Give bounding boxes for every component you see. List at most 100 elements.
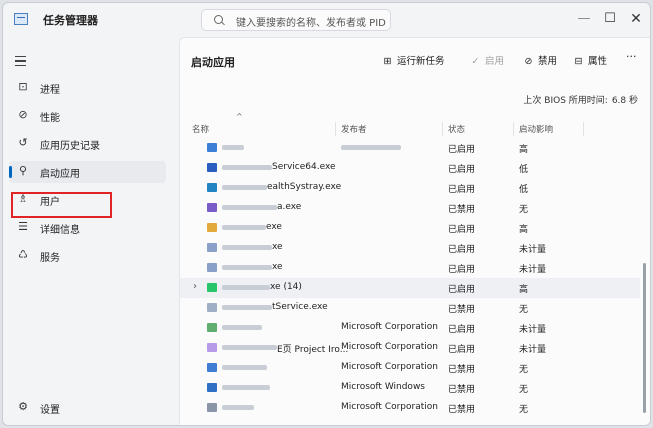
sidebar-item-label: 详细信息 xyxy=(40,225,80,236)
sidebar-item-performance[interactable]: ⊘ 性能 xyxy=(9,105,166,127)
table-row[interactable]: xe 已启用 未计量 xyxy=(180,238,640,258)
column-publisher[interactable]: 发布者 xyxy=(341,123,367,135)
table-row[interactable]: a.exe 已禁用 无 xyxy=(180,198,640,218)
table-row[interactable]: Microsoft Windows 已禁用 无 xyxy=(180,378,640,398)
app-name: E页 Project Iro... xyxy=(277,345,349,355)
performance-icon: ⊘ xyxy=(18,108,28,121)
app-status: 已禁用 xyxy=(448,205,476,215)
startup-apps-icon: ⚲ xyxy=(18,164,28,177)
redacted-name-blur xyxy=(222,405,254,410)
sidebar-item-processes[interactable]: ⊡ 进程 xyxy=(9,77,166,99)
table-row[interactable]: E页 Project Iro... Microsoft Corporation 已启… xyxy=(180,338,640,358)
table-row[interactable]: ealthSystray.exe 已启用 低 xyxy=(180,178,640,198)
app-status: 已禁用 xyxy=(448,405,476,415)
app-startup-impact: 无 xyxy=(519,305,529,315)
redacted-name-blur xyxy=(222,245,272,250)
properties-button[interactable]: ⊟ 属性 xyxy=(573,53,608,67)
app-startup-impact: 无 xyxy=(519,405,529,415)
app-icon xyxy=(207,203,217,212)
redacted-name-blur xyxy=(222,385,270,390)
more-options-button[interactable]: ··· xyxy=(626,50,637,63)
table-row[interactable]: Microsoft Corporation 已禁用 无 xyxy=(180,398,640,418)
table-row[interactable]: Microsoft Corporation 已启用 未计量 xyxy=(180,318,640,338)
app-icon xyxy=(207,143,217,152)
gear-icon: ⚙ xyxy=(18,400,28,413)
sidebar-item-settings[interactable]: ⚙ 设置 xyxy=(9,397,166,419)
app-publisher: Microsoft Corporation xyxy=(341,402,438,412)
task-manager-window: 任务管理器 键入要搜索的名称、发布者或 PID — ☐ ✕ ⊡ 进程 ⊘ 性能 ↺ 应用历… xyxy=(2,2,651,426)
enable-button[interactable]: ✓ 启用 xyxy=(470,53,505,67)
redacted-name-blur xyxy=(222,205,277,210)
sidebar-item-details[interactable]: ☰ 详细信息 xyxy=(9,217,166,239)
column-separator xyxy=(442,122,443,136)
search-input[interactable]: 键入要搜索的名称、发布者或 PID xyxy=(201,9,391,31)
app-startup-impact: 高 xyxy=(519,145,529,155)
app-startup-impact: 无 xyxy=(519,365,529,375)
app-icon xyxy=(207,223,217,232)
sort-ascending-icon: ^ xyxy=(236,112,243,121)
table-row[interactable]: › xe (14) 已启用 高 xyxy=(180,278,640,298)
app-status: 已启用 xyxy=(448,245,476,255)
column-status[interactable]: 状态 xyxy=(448,123,465,135)
app-icon xyxy=(207,163,217,172)
sidebar-item-startup-apps[interactable]: ⚲ 启动应用 xyxy=(9,161,166,183)
table-row[interactable]: Service64.exe 已启用 低 xyxy=(180,158,640,178)
app-startup-impact: 未计量 xyxy=(519,245,547,255)
app-icon xyxy=(207,323,217,332)
app-startup-impact: 未计量 xyxy=(519,325,547,335)
sidebar-item-label: 性能 xyxy=(40,113,60,124)
redacted-name-blur xyxy=(222,285,270,290)
hamburger-menu-icon[interactable] xyxy=(15,56,26,66)
table-header: 名称 ^ 发布者 状态 启动影响 xyxy=(180,112,650,138)
disable-button[interactable]: ⊘ 禁用 xyxy=(523,53,558,67)
search-icon xyxy=(214,15,223,24)
sidebar-item-label: 进程 xyxy=(40,85,60,96)
sidebar-item-label: 设置 xyxy=(40,405,60,416)
sidebar-item-services[interactable]: ♺ 服务 xyxy=(9,245,166,267)
table-row[interactable]: exe 已启用 高 xyxy=(180,218,640,238)
app-icon xyxy=(207,283,217,292)
sidebar-item-label: 应用历史记录 xyxy=(40,141,100,152)
sidebar-item-app-history[interactable]: ↺ 应用历史记录 xyxy=(9,133,166,155)
app-history-icon: ↺ xyxy=(18,136,28,149)
app-icon xyxy=(207,243,217,252)
app-status: 已禁用 xyxy=(448,365,476,375)
app-name: a.exe xyxy=(277,202,302,212)
run-task-icon: ⊞ xyxy=(383,56,392,67)
table-row[interactable]: tService.exe 已禁用 无 xyxy=(180,298,640,318)
run-new-task-button[interactable]: ⊞ 运行新任务 xyxy=(382,53,445,67)
app-icon xyxy=(207,363,217,372)
redacted-name-blur xyxy=(222,225,266,230)
task-manager-app-icon xyxy=(14,13,28,25)
search-placeholder: 键入要搜索的名称、发布者或 PID xyxy=(236,18,386,29)
app-status: 已启用 xyxy=(448,345,476,355)
sidebar: ⊡ 进程 ⊘ 性能 ↺ 应用历史记录 ⚲ 启动应用 ♗ 用户 ☰ 详细信息 ♺ 服务 ⚙ 设置 xyxy=(3,37,173,425)
page-title: 启动应用 xyxy=(191,56,235,69)
column-separator xyxy=(583,122,584,136)
app-status: 已启用 xyxy=(448,285,476,295)
app-icon xyxy=(207,343,217,352)
app-name: xe xyxy=(272,242,283,252)
window-title: 任务管理器 xyxy=(43,14,98,27)
expand-chevron-icon[interactable]: › xyxy=(193,281,197,292)
app-publisher: Microsoft Corporation xyxy=(341,362,438,372)
redacted-name-blur xyxy=(222,145,244,150)
app-status: 已禁用 xyxy=(448,305,476,315)
vertical-scrollbar[interactable] xyxy=(643,263,646,413)
sidebar-item-label: 服务 xyxy=(40,253,60,264)
redacted-name-blur xyxy=(222,305,272,310)
redacted-publisher-blur xyxy=(341,145,401,150)
close-button[interactable]: ✕ xyxy=(621,9,650,29)
app-name: xe (14) xyxy=(270,282,302,292)
table-row[interactable]: Microsoft Corporation 已禁用 无 xyxy=(180,358,640,378)
disable-icon: ⊘ xyxy=(524,56,533,67)
app-name: Service64.exe xyxy=(272,162,336,172)
app-startup-impact: 未计量 xyxy=(519,265,547,275)
app-icon xyxy=(207,263,217,272)
app-startup-impact: 高 xyxy=(519,225,529,235)
app-status: 已启用 xyxy=(448,325,476,335)
column-name[interactable]: 名称 xyxy=(192,123,209,135)
column-startup-impact[interactable]: 启动影响 xyxy=(519,123,553,135)
table-row[interactable]: xe 已启用 未计量 xyxy=(180,258,640,278)
table-row[interactable]: 已启用 高 xyxy=(180,138,640,158)
